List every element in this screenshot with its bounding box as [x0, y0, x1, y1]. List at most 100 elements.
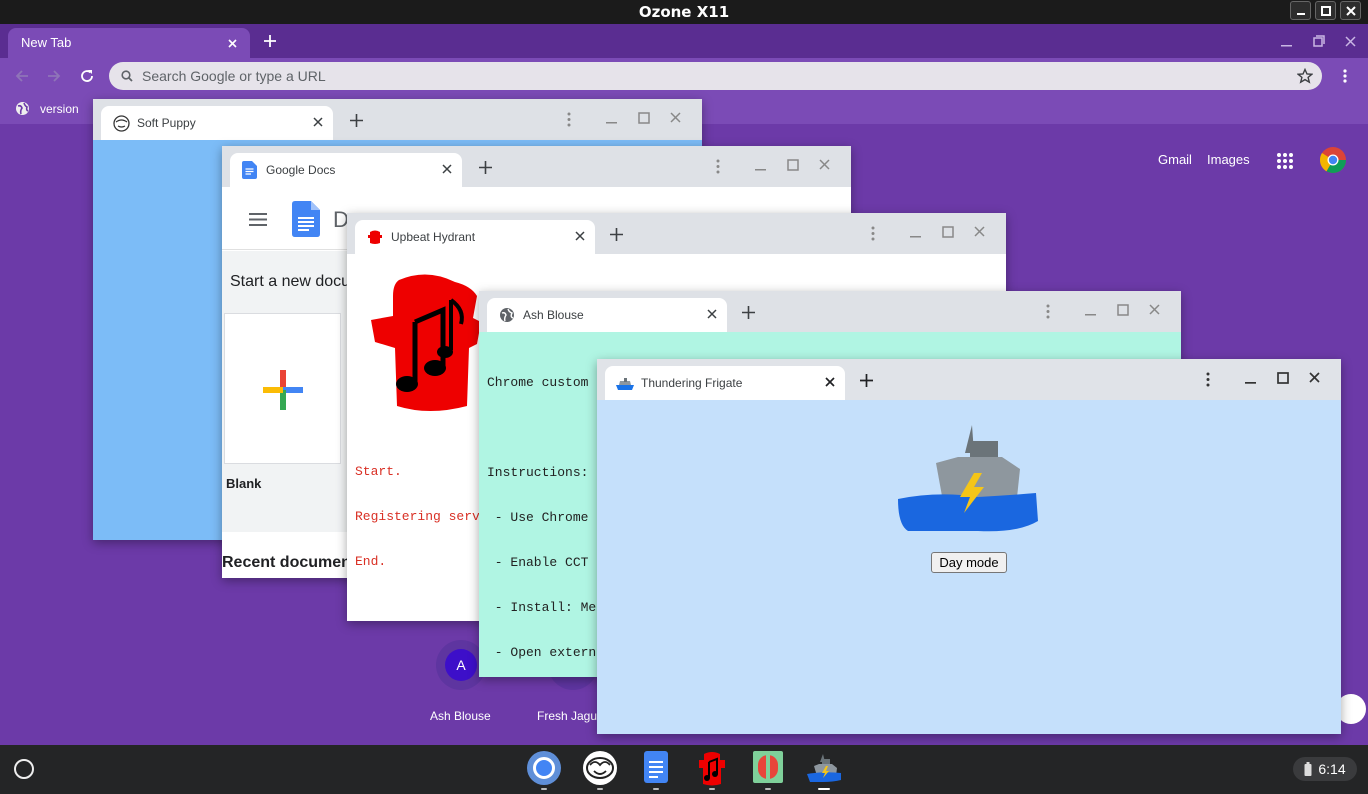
close-icon[interactable] [1345, 36, 1356, 47]
x11-close-button[interactable] [1340, 1, 1361, 20]
minimize-icon[interactable] [606, 112, 618, 124]
tab-title: Upbeat Hydrant [391, 230, 476, 244]
images-link[interactable]: Images [1207, 152, 1250, 167]
soft-puppy-face [586, 757, 614, 779]
launcher-button[interactable] [14, 759, 34, 779]
window-controls [1031, 304, 1171, 320]
new-tab-icon[interactable] [263, 34, 277, 48]
reload-icon[interactable] [79, 68, 95, 84]
main-tab-new-tab[interactable]: New Tab [8, 28, 250, 58]
log-line: Registering serv [355, 509, 480, 524]
tab-title: Thundering Frigate [641, 376, 743, 390]
new-tab-icon[interactable] [350, 114, 363, 127]
log-line: End. [355, 554, 387, 569]
gmail-link[interactable]: Gmail [1158, 152, 1192, 167]
window-frame: Thundering Frigate [597, 359, 1341, 400]
minimize-icon[interactable] [1281, 38, 1293, 48]
maximize-icon[interactable] [787, 159, 799, 171]
upbeat-hydrant-favicon [368, 230, 382, 244]
maximize-icon[interactable] [1277, 372, 1289, 384]
maximize-icon[interactable] [1117, 304, 1129, 316]
google-docs-icon[interactable] [644, 751, 668, 783]
frigate-favicon [616, 378, 634, 390]
more-vert-icon[interactable] [871, 226, 875, 241]
window-frame: Ash Blouse [479, 291, 1181, 332]
pause-app-icon[interactable] [753, 751, 783, 783]
apps-grid-icon[interactable] [1276, 152, 1294, 170]
window-controls [552, 112, 692, 128]
close-icon[interactable] [1309, 372, 1320, 383]
close-icon[interactable] [575, 231, 585, 241]
more-vert-icon[interactable] [567, 112, 571, 127]
minimize-icon[interactable] [1085, 304, 1097, 316]
window-frame: Soft Puppy [93, 99, 702, 140]
shortcut-initial: A [445, 649, 477, 681]
new-tab-icon[interactable] [860, 374, 873, 387]
more-vert-icon[interactable] [716, 159, 720, 174]
x11-window-title: Ozone X11 [638, 3, 730, 21]
globe-icon [16, 102, 29, 115]
maximize-icon [1320, 5, 1331, 16]
profile-avatar[interactable] [1319, 146, 1347, 174]
soft-puppy-favicon [113, 115, 130, 132]
close-icon[interactable] [228, 39, 237, 48]
more-vert-icon[interactable] [1206, 372, 1210, 387]
log-line: Start. [355, 464, 402, 479]
menu-icon[interactable] [249, 213, 267, 226]
close-icon[interactable] [1149, 304, 1160, 315]
running-indicator [597, 788, 603, 790]
close-icon[interactable] [974, 226, 985, 237]
close-icon[interactable] [442, 164, 452, 174]
close-icon[interactable] [313, 117, 323, 127]
window-controls [856, 226, 996, 242]
new-tab-icon[interactable] [479, 161, 492, 174]
soft-puppy-icon[interactable] [583, 751, 617, 785]
tab-soft-puppy[interactable]: Soft Puppy [101, 106, 333, 140]
tab-upbeat-hydrant[interactable]: Upbeat Hydrant [355, 220, 595, 254]
maximize-icon[interactable] [638, 112, 650, 124]
x11-minimize-button[interactable] [1290, 1, 1311, 20]
minimize-icon [1296, 12, 1305, 15]
back-icon[interactable] [15, 69, 29, 83]
restore-icon[interactable] [1313, 35, 1325, 47]
more-vert-icon[interactable] [1046, 304, 1050, 319]
main-tab-label: New Tab [21, 35, 72, 50]
x11-maximize-button[interactable] [1315, 1, 1336, 20]
thundering-frigate-icon[interactable] [807, 754, 841, 782]
star-icon[interactable] [1297, 68, 1313, 84]
tab-title: Google Docs [266, 163, 336, 177]
omnibox[interactable]: Search Google or type a URL [109, 62, 1322, 90]
battery-icon [1304, 762, 1312, 776]
status-tray[interactable]: 6:14 [1293, 757, 1357, 781]
running-indicator [709, 788, 715, 790]
chrome-icon[interactable] [527, 751, 561, 785]
tab-google-docs[interactable]: Google Docs [230, 153, 462, 187]
blank-template-card[interactable] [224, 313, 341, 464]
tab-thundering-frigate[interactable]: Thundering Frigate [605, 366, 845, 400]
forward-icon[interactable] [47, 69, 61, 83]
more-vert-icon[interactable] [1342, 68, 1348, 84]
minimize-icon[interactable] [755, 159, 767, 171]
blank-label: Blank [226, 476, 262, 491]
recent-heading: Recent documen [222, 554, 351, 571]
new-tab-icon[interactable] [742, 306, 755, 319]
tab-title: Ash Blouse [523, 308, 584, 322]
close-icon[interactable] [819, 159, 830, 170]
running-indicator [653, 788, 659, 790]
close-icon[interactable] [825, 377, 835, 387]
google-docs-favicon [242, 161, 257, 179]
minimize-icon[interactable] [910, 226, 922, 238]
tab-ash-blouse[interactable]: Ash Blouse [487, 298, 727, 332]
bookmark-version[interactable]: version [15, 101, 79, 116]
search-icon [121, 70, 133, 82]
main-toolbar: Search Google or type a URL [0, 58, 1368, 94]
upbeat-hydrant-icon[interactable] [697, 750, 727, 786]
close-icon[interactable] [707, 309, 717, 319]
close-icon[interactable] [670, 112, 681, 123]
shortcut-label: Ash Blouse [430, 709, 491, 723]
frigate-ship-image [898, 425, 1038, 532]
maximize-icon[interactable] [942, 226, 954, 238]
day-mode-button[interactable]: Day mode [931, 552, 1007, 573]
minimize-icon[interactable] [1245, 372, 1257, 384]
new-tab-icon[interactable] [610, 228, 623, 241]
